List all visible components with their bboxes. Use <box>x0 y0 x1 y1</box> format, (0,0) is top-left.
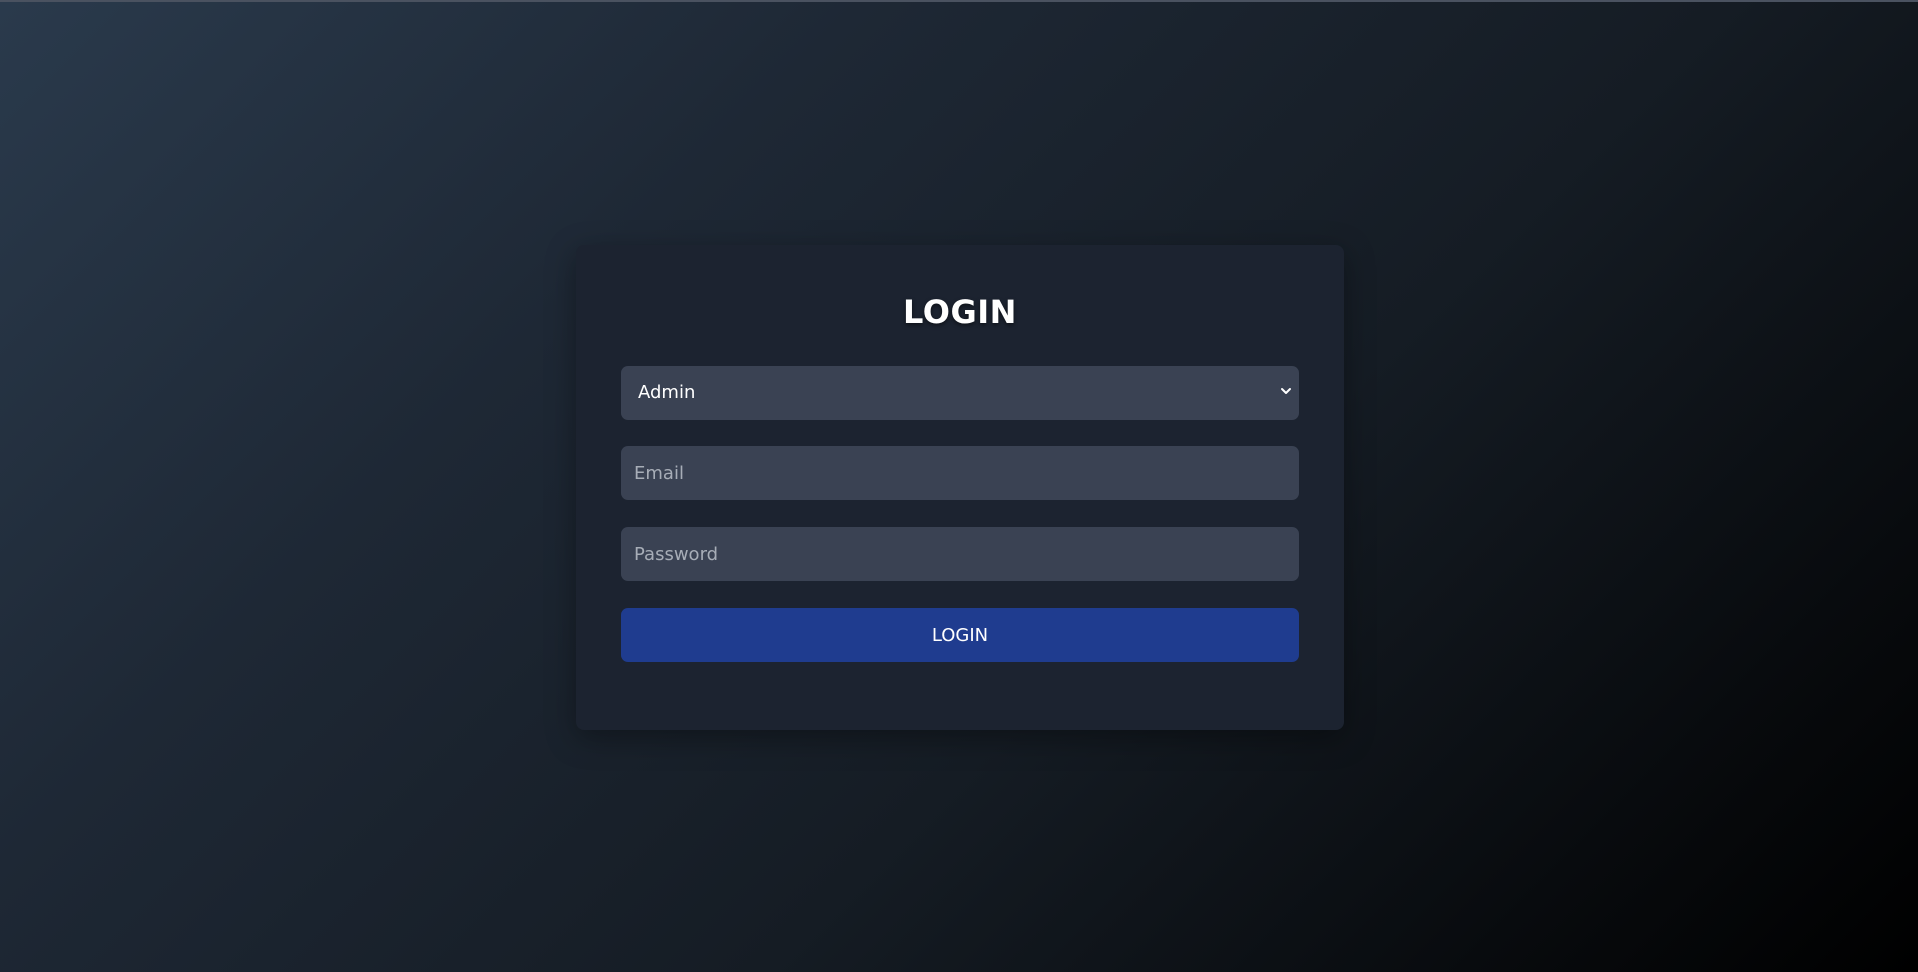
password-input[interactable] <box>621 527 1299 581</box>
window-top-edge <box>0 0 1918 2</box>
chevron-down-icon <box>1281 388 1291 394</box>
role-select-value: Admin <box>638 382 696 403</box>
login-button[interactable]: LOGIN <box>621 608 1299 662</box>
login-title: LOGIN <box>903 293 1017 331</box>
role-select[interactable]: Admin <box>621 366 1299 420</box>
email-input[interactable] <box>621 446 1299 500</box>
login-card: LOGIN Admin LOGIN <box>576 245 1344 730</box>
